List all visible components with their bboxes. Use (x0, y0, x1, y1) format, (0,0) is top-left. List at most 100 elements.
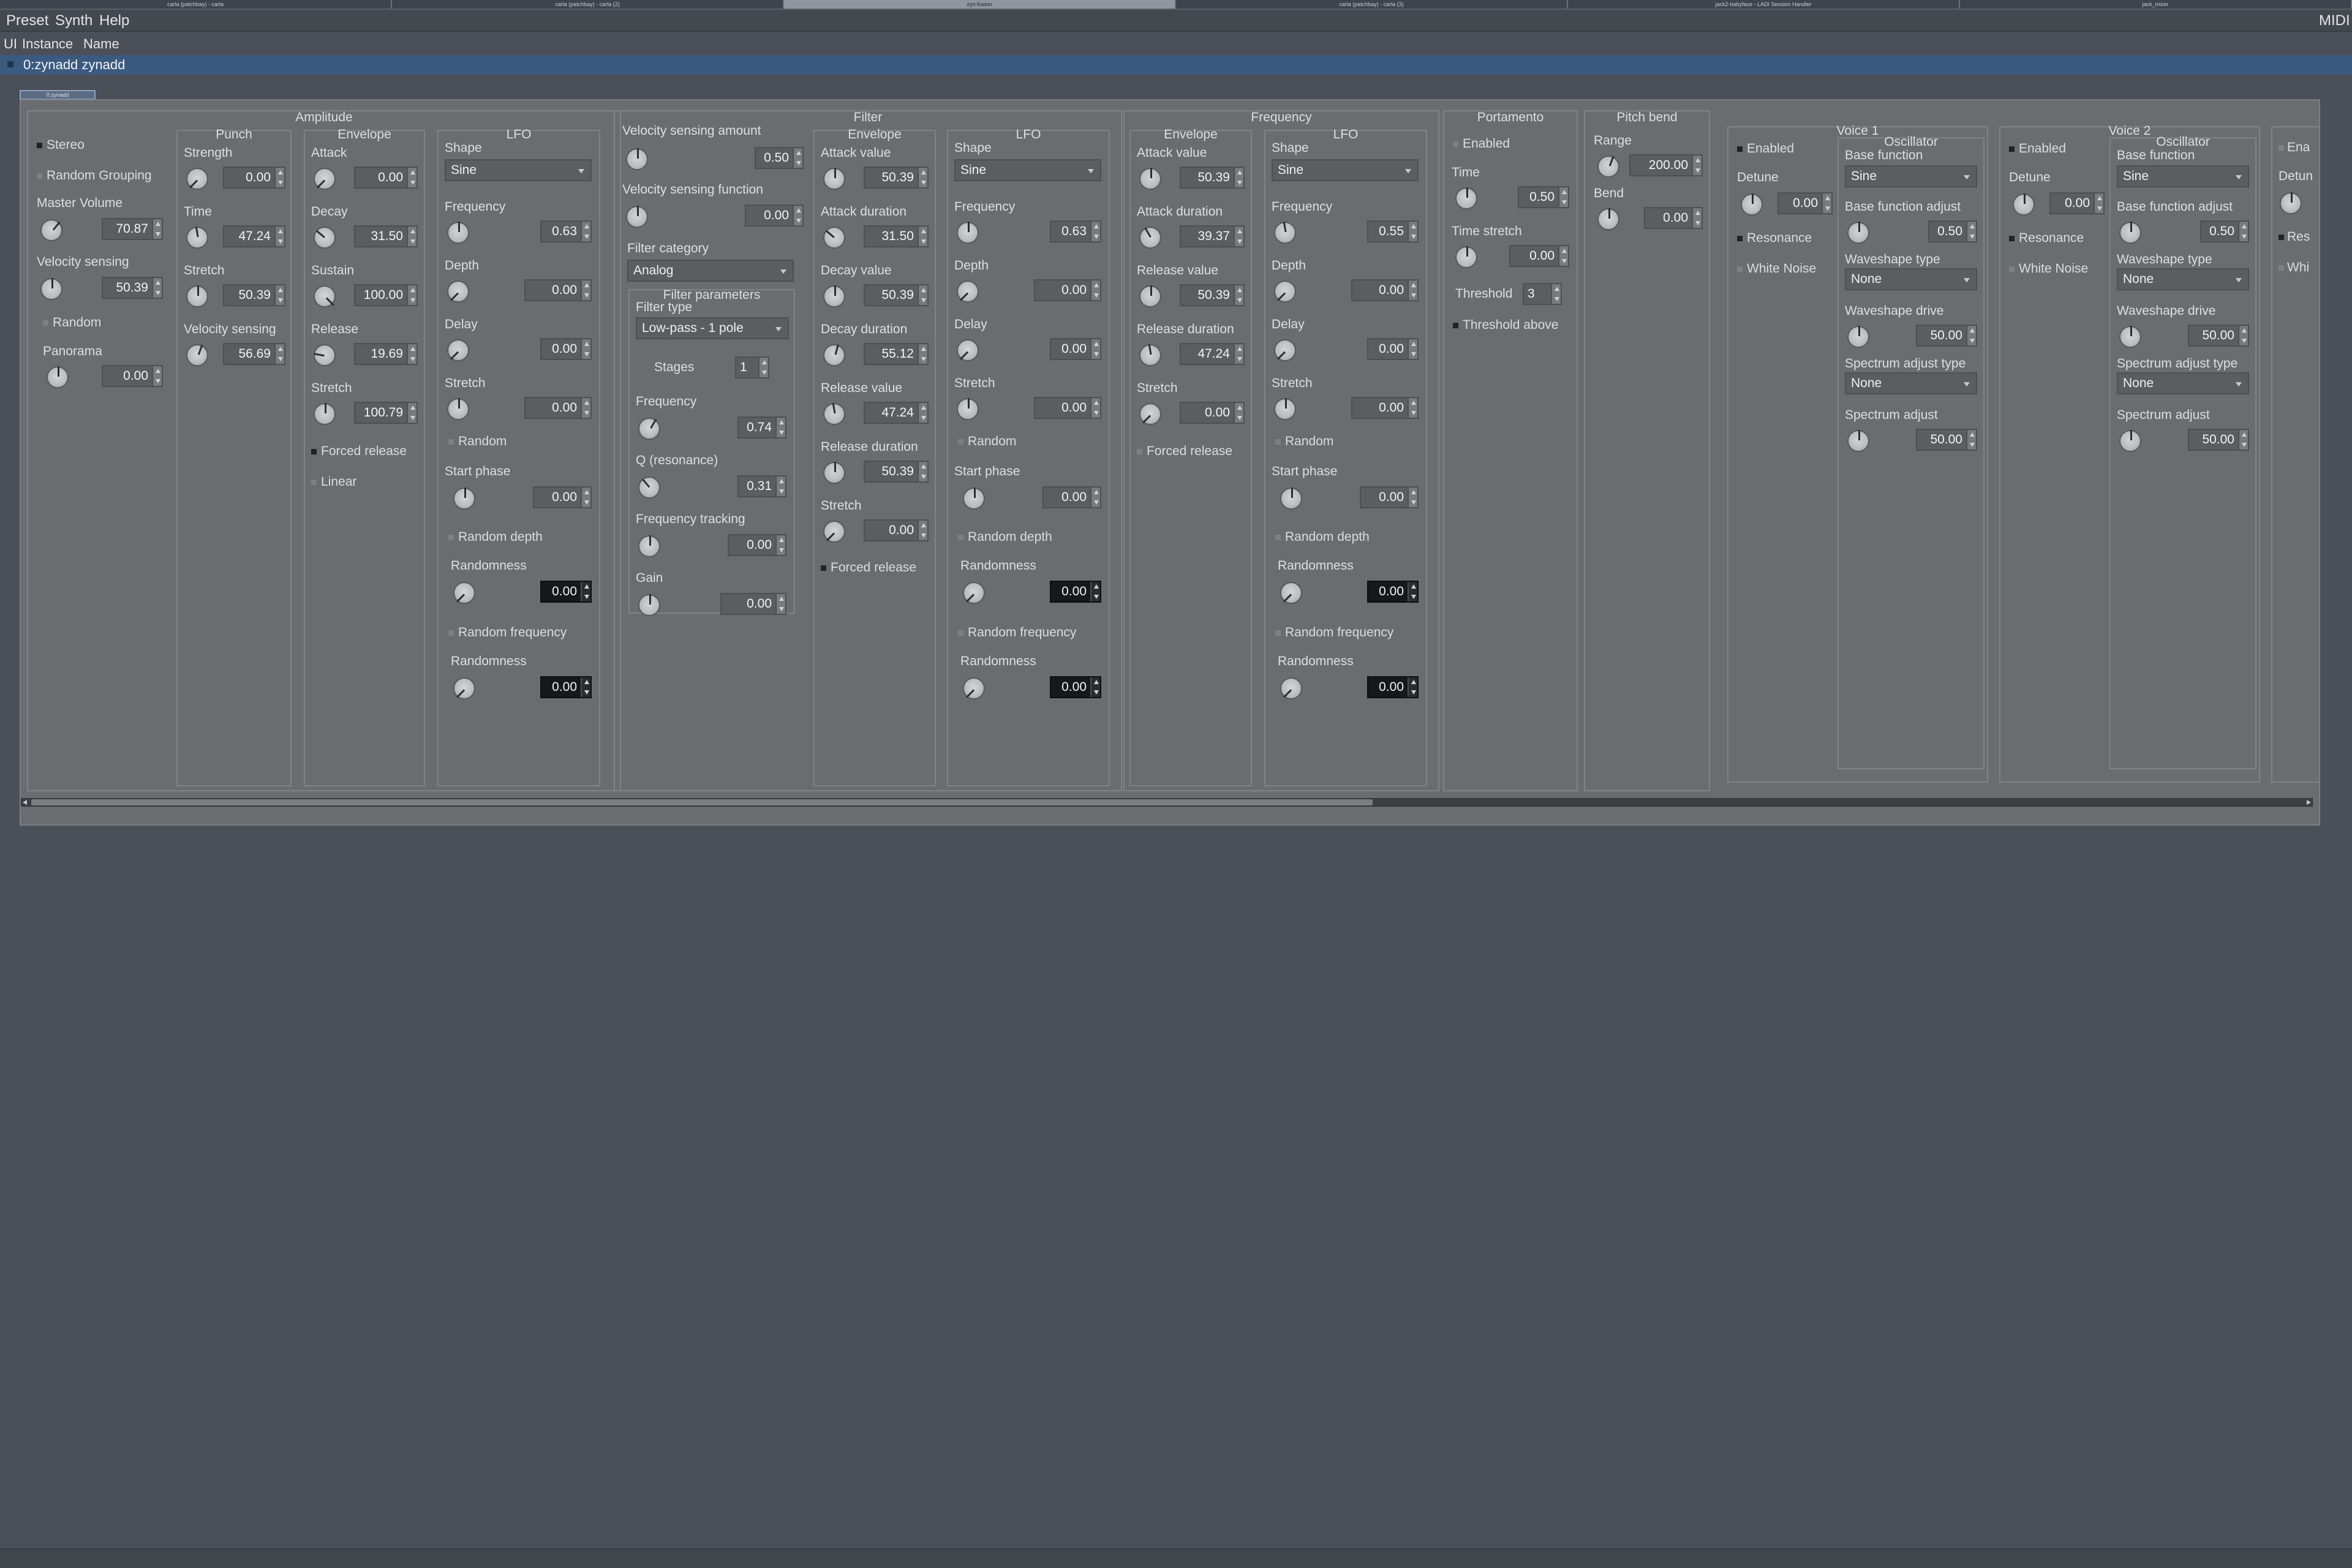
portamento-threshold-spinbox[interactable]: 3 (1523, 283, 1562, 305)
voice2-waveshape-drive-knob[interactable] (2119, 326, 2141, 348)
master-volume-spinbox[interactable]: 70.87 (102, 218, 163, 240)
portamento-time-knob[interactable] (1455, 187, 1477, 209)
freq-env-stretch-knob[interactable] (1139, 403, 1161, 425)
amp-lfo-depth-spinbox[interactable]: 0.00 (524, 279, 592, 301)
freq-lfo-delay-spinbox[interactable]: 0.00 (1367, 338, 1419, 360)
voice1-enabled-checkbox[interactable]: Enabled (1737, 140, 1794, 158)
freq-lfo-randomness2-spinbox[interactable]: 0.00 (1367, 676, 1419, 698)
freq-forced-release-checkbox[interactable]: Forced release (1137, 442, 1232, 461)
punch-strength-spinbox[interactable]: 0.00 (223, 167, 285, 189)
voice2-base-function-adjust-spinbox[interactable]: 0.50 (2200, 221, 2249, 243)
punch-time-spinbox[interactable]: 47.24 (223, 225, 285, 247)
amp-release-spinbox[interactable]: 19.69 (354, 343, 418, 365)
scroll-left-icon[interactable] (23, 800, 27, 805)
amp-lfo-delay-knob[interactable] (447, 339, 469, 361)
amp-lfo-start-phase-spinbox[interactable]: 0.00 (533, 486, 592, 508)
amp-lfo-random-depth-checkbox[interactable]: Random depth (448, 528, 543, 546)
freq-lfo-randomness2-knob[interactable] (1280, 677, 1302, 699)
filter-frequency-knob[interactable] (638, 418, 660, 440)
horizontal-scrollbar[interactable] (21, 798, 2313, 807)
menu-midi[interactable]: MIDI (2319, 10, 2350, 32)
amp-stretch-knob[interactable] (314, 403, 336, 425)
voice1-resonance-checkbox[interactable]: Resonance (1737, 229, 1812, 247)
freq-release-duration-spinbox[interactable]: 47.24 (1180, 343, 1245, 365)
amp-lfo-frequency-spinbox[interactable]: 0.63 (540, 221, 592, 243)
filter-lfo-start-phase-spinbox[interactable]: 0.00 (1042, 486, 1101, 508)
freq-lfo-random-frequency-checkbox[interactable]: Random frequency (1275, 624, 1393, 642)
punch-stretch-spinbox[interactable]: 50.39 (223, 284, 285, 306)
menu-preset[interactable]: Preset (6, 10, 48, 32)
punch-strength-knob[interactable] (186, 168, 208, 190)
filter-release-duration-spinbox[interactable]: 50.39 (864, 461, 929, 483)
filter-decay-duration-knob[interactable] (823, 344, 845, 366)
taskbar-tab[interactable]: carla (patchbay) - carla (2) (392, 0, 784, 9)
voice2-detune-spinbox[interactable]: 0.00 (2049, 192, 2105, 214)
filter-vel-sens-amount-knob[interactable] (626, 148, 648, 170)
voice1-white-noise-checkbox[interactable]: White Noise (1737, 260, 1816, 278)
filter-lfo-random-checkbox[interactable]: Random (958, 432, 1016, 451)
voice2-enabled-checkbox[interactable]: Enabled (2009, 140, 2066, 158)
column-name[interactable]: Name (83, 33, 119, 55)
filter-lfo-shape-select[interactable]: Sine (954, 159, 1101, 181)
filter-forced-release-checkbox[interactable]: Forced release (821, 559, 916, 577)
filter-freq-tracking-spinbox[interactable]: 0.00 (728, 534, 786, 556)
filter-lfo-random-frequency-checkbox[interactable]: Random frequency (958, 624, 1076, 642)
freq-lfo-stretch-knob[interactable] (1274, 398, 1296, 420)
random-checkbox[interactable]: Random (43, 314, 101, 332)
menu-help[interactable]: Help (99, 10, 129, 32)
filter-release-value-spinbox[interactable]: 47.24 (864, 402, 929, 424)
voice2-spectrum-adjust-type-select[interactable]: None (2117, 372, 2249, 394)
panorama-knob[interactable] (47, 366, 69, 388)
scroll-right-icon[interactable] (2307, 800, 2311, 805)
voice1-base-function-select[interactable]: Sine (1845, 165, 1977, 187)
voice2-resonance-checkbox[interactable]: Resonance (2009, 229, 2084, 247)
freq-release-value-knob[interactable] (1139, 285, 1161, 307)
filter-lfo-delay-knob[interactable] (957, 339, 979, 361)
instance-row[interactable]: 0:zynadd zynadd (0, 55, 2352, 75)
column-instance[interactable]: Instance (22, 33, 73, 55)
punch-velocity-sensing-knob[interactable] (186, 344, 208, 366)
portamento-time-stretch-spinbox[interactable]: 0.00 (1509, 245, 1569, 267)
voice2-spectrum-adjust-knob[interactable] (2119, 430, 2141, 452)
amp-lfo-randomness-spinbox[interactable]: 0.00 (540, 581, 592, 603)
filter-frequency-spinbox[interactable]: 0.74 (737, 417, 786, 439)
scrollbar-thumb[interactable] (31, 799, 1373, 805)
amp-lfo-start-phase-knob[interactable] (453, 488, 475, 510)
voice1-base-function-adjust-knob[interactable] (1847, 222, 1869, 244)
portamento-time-spinbox[interactable]: 0.50 (1518, 186, 1569, 208)
taskbar-tab[interactable]: jack_mixer (1960, 0, 2352, 9)
voice3-resonance-checkbox[interactable]: Res (2278, 228, 2310, 246)
freq-lfo-shape-select[interactable]: Sine (1272, 159, 1419, 181)
filter-vel-sens-amount-spinbox[interactable]: 0.50 (755, 147, 804, 169)
amp-lfo-depth-knob[interactable] (447, 281, 469, 303)
filter-vel-sens-function-spinbox[interactable]: 0.00 (745, 205, 804, 227)
instance-ui-toggle[interactable] (7, 61, 13, 67)
filter-q-spinbox[interactable]: 0.31 (737, 475, 786, 497)
voice2-waveshape-type-select[interactable]: None (2117, 268, 2249, 290)
amp-attack-knob[interactable] (314, 168, 336, 190)
voice2-base-function-adjust-knob[interactable] (2119, 222, 2141, 244)
freq-lfo-randomness-spinbox[interactable]: 0.00 (1367, 581, 1419, 603)
amp-lfo-stretch-knob[interactable] (447, 398, 469, 420)
filter-type-select[interactable]: Low-pass - 1 pole (636, 317, 789, 339)
freq-attack-value-knob[interactable] (1139, 168, 1161, 190)
freq-lfo-frequency-knob[interactable] (1274, 222, 1296, 244)
freq-lfo-randomness-knob[interactable] (1280, 582, 1302, 604)
portamento-enabled-checkbox[interactable]: Enabled (1453, 135, 1510, 153)
filter-attack-duration-knob[interactable] (823, 227, 845, 249)
freq-lfo-frequency-spinbox[interactable]: 0.55 (1367, 221, 1419, 243)
filter-lfo-delay-spinbox[interactable]: 0.00 (1050, 338, 1101, 360)
pitch-bend-range-knob[interactable] (1597, 156, 1619, 178)
amp-linear-checkbox[interactable]: Linear (311, 473, 356, 491)
filter-lfo-frequency-spinbox[interactable]: 0.63 (1050, 221, 1101, 243)
voice1-detune-knob[interactable] (1741, 194, 1763, 216)
filter-lfo-randomness-knob[interactable] (963, 582, 985, 604)
master-volume-knob[interactable] (40, 219, 62, 241)
filter-lfo-start-phase-knob[interactable] (963, 488, 985, 510)
menu-synth[interactable]: Synth (55, 10, 92, 32)
freq-lfo-depth-knob[interactable] (1274, 281, 1296, 303)
amp-lfo-randomness2-spinbox[interactable]: 0.00 (540, 676, 592, 698)
column-ui[interactable]: UI (4, 33, 17, 55)
amp-sustain-knob[interactable] (314, 285, 336, 307)
amp-lfo-randomness2-knob[interactable] (453, 677, 475, 699)
